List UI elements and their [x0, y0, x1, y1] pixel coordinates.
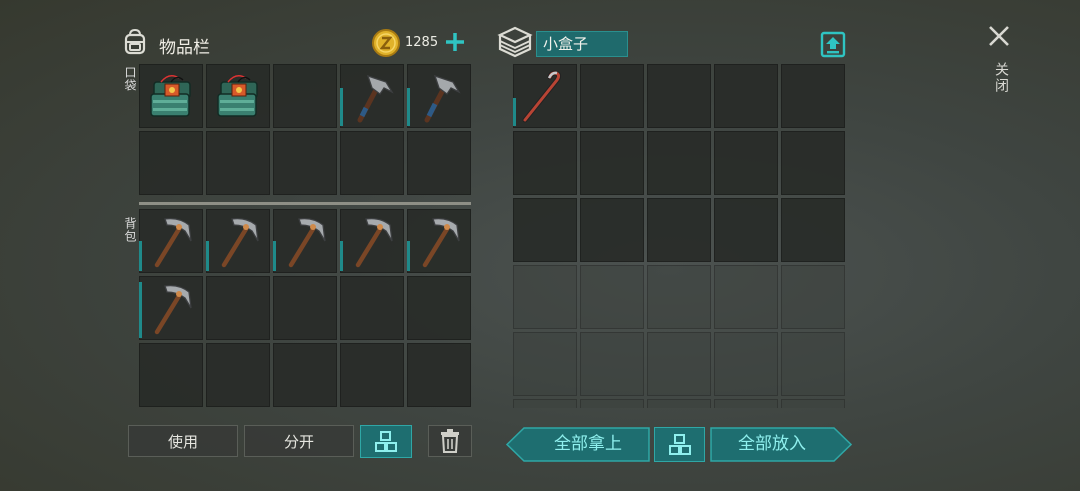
take-all-label: 全部拿上: [554, 434, 622, 454]
container-slot-empty[interactable]: [714, 131, 778, 195]
backpack-slot-empty[interactable]: [139, 343, 203, 407]
backpack-slot-pickaxe[interactable]: [139, 276, 203, 340]
container-slot-locked: [647, 399, 711, 408]
backpack-slot-empty[interactable]: [340, 343, 404, 407]
hammer-icon: [424, 74, 461, 123]
box-icon: [497, 25, 533, 59]
pocket-slot-empty[interactable]: [206, 131, 270, 195]
container-slot-locked: [714, 332, 778, 396]
inventory-title: 物品栏: [159, 38, 210, 58]
pocket-slot-battery-1[interactable]: [139, 64, 203, 128]
sort-container-button[interactable]: [654, 427, 705, 462]
take-all-button[interactable]: 全部拿上: [506, 427, 650, 462]
pocket-slot-hammer-1[interactable]: [340, 64, 404, 128]
battery-pack-icon: [217, 75, 258, 117]
container-slot-empty[interactable]: [647, 64, 711, 128]
container-slot-empty[interactable]: [781, 198, 845, 262]
delete-button[interactable]: [428, 425, 472, 457]
hammer-icon: [357, 74, 394, 123]
container-slot-locked: [580, 265, 644, 329]
container-grid: [513, 64, 845, 408]
sort-inventory-button[interactable]: [360, 425, 412, 458]
pickaxe-icon: [154, 284, 192, 335]
container-slot-empty[interactable]: [714, 198, 778, 262]
container-slot-locked: [781, 332, 845, 396]
coin-count: 1285: [405, 35, 439, 50]
container-slot-empty[interactable]: [647, 198, 711, 262]
use-button[interactable]: 使用: [128, 425, 238, 457]
container-slot-empty[interactable]: [714, 64, 778, 128]
backpack-slot-pickaxe[interactable]: [340, 209, 404, 273]
backpack-slot-empty[interactable]: [206, 343, 270, 407]
add-coins-button[interactable]: [444, 31, 466, 53]
close-button[interactable]: 关闭: [985, 22, 1013, 102]
close-icon: [989, 26, 1009, 46]
grid-sort-icon: [375, 430, 397, 452]
upload-icon[interactable]: [820, 30, 846, 58]
backpack-label: 背包: [123, 217, 137, 243]
container-slot-locked: [714, 265, 778, 329]
close-label: 关闭: [993, 62, 1009, 94]
pocket-slot-empty[interactable]: [273, 64, 337, 128]
backpack-slot-pickaxe[interactable]: [139, 209, 203, 273]
container-slot-empty[interactable]: [513, 198, 577, 262]
pocket-label: 口袋: [123, 66, 137, 92]
pocket-slot-battery-2[interactable]: [206, 64, 270, 128]
container-slot-locked: [647, 265, 711, 329]
container-slot-empty[interactable]: [580, 131, 644, 195]
pickaxe-icon: [221, 217, 259, 268]
grid-sort-icon: [668, 433, 691, 455]
container-name: 小盒子: [536, 31, 628, 57]
coin-icon: [371, 28, 401, 58]
pocket-grid: [139, 64, 471, 195]
crowbar-icon: [522, 70, 562, 123]
split-button[interactable]: 分开: [244, 425, 354, 457]
trash-icon: [441, 429, 459, 453]
pickaxe-icon: [355, 217, 393, 268]
pocket-slot-empty[interactable]: [407, 131, 471, 195]
container-slot-locked: [513, 265, 577, 329]
pocket-slot-empty[interactable]: [340, 131, 404, 195]
container-slot-locked: [781, 399, 845, 408]
backpack-slot-pickaxe[interactable]: [206, 209, 270, 273]
pickaxe-icon: [154, 217, 192, 268]
section-divider: [139, 202, 471, 205]
container-slot-empty[interactable]: [580, 64, 644, 128]
container-slot-empty[interactable]: [513, 131, 577, 195]
pickaxe-icon: [288, 217, 326, 268]
container-slot-locked: [513, 332, 577, 396]
container-slot-locked: [647, 332, 711, 396]
pickaxe-icon: [422, 217, 460, 268]
container-slot-locked: [513, 399, 577, 408]
pocket-slot-empty[interactable]: [139, 131, 203, 195]
container-slot-empty[interactable]: [647, 131, 711, 195]
container-slot-empty[interactable]: [580, 198, 644, 262]
backpack-slot-empty[interactable]: [340, 276, 404, 340]
backpack-slot-empty[interactable]: [273, 343, 337, 407]
backpack-slot-pickaxe[interactable]: [407, 209, 471, 273]
put-all-button[interactable]: 全部放入: [710, 427, 852, 462]
backpack-slot-empty[interactable]: [407, 276, 471, 340]
backpack-slot-empty[interactable]: [273, 276, 337, 340]
container-slot-crowbar[interactable]: [513, 64, 577, 128]
backpack-slot-empty[interactable]: [407, 343, 471, 407]
backpack-icon: [121, 28, 149, 56]
pocket-slot-hammer-2[interactable]: [407, 64, 471, 128]
put-all-label: 全部放入: [738, 434, 806, 454]
battery-pack-icon: [150, 75, 191, 117]
container-slot-empty[interactable]: [781, 64, 845, 128]
pocket-slot-empty[interactable]: [273, 131, 337, 195]
container-slot-empty[interactable]: [781, 131, 845, 195]
backpack-slot-empty[interactable]: [206, 276, 270, 340]
container-slot-locked: [580, 332, 644, 396]
backpack-grid: [139, 209, 471, 407]
container-slot-locked: [781, 265, 845, 329]
container-slot-locked: [580, 399, 644, 408]
backpack-slot-pickaxe[interactable]: [273, 209, 337, 273]
container-slot-locked: [714, 399, 778, 408]
